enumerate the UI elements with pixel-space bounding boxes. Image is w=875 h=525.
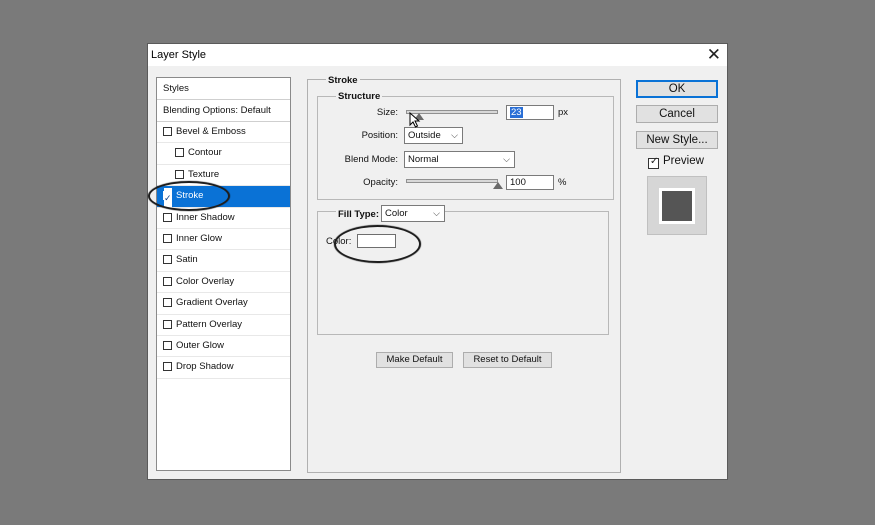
style-preview [647,176,707,235]
position-select[interactable]: Outside ⌵ [404,127,463,144]
style-checkbox[interactable] [163,298,172,308]
blend-mode-value: Normal [408,154,439,165]
style-checkbox[interactable] [175,169,184,179]
dialog-title: Layer Style [151,49,207,61]
reset-to-default-button[interactable]: Reset to Default [463,352,552,368]
style-item-label: Inner Glow [176,232,222,244]
checkmark-icon: ✓ [650,156,659,167]
highlight-ellipse-stroke [148,181,230,211]
stroke-section-title: Stroke [326,75,360,86]
style-item-label: Outer Glow [176,339,225,351]
opacity-input[interactable]: 100 [506,175,554,190]
style-item-label: Contour [188,147,222,159]
opacity-slider-track[interactable] [406,179,498,183]
style-checkbox[interactable] [163,340,172,350]
blend-mode-select[interactable]: Normal ⌵ [404,151,515,168]
fill-type-value: Color [385,208,408,219]
ok-button[interactable]: OK [636,80,718,98]
size-label: Size: [376,107,398,118]
style-item-color-overlay[interactable]: Color Overlay [157,272,290,294]
blending-options-item[interactable]: Blending Options: Default [157,101,290,122]
fill-type-label: Fill Type: [336,209,381,220]
structure-title: Structure [336,91,383,102]
opacity-unit: % [558,177,567,188]
cancel-button[interactable]: Cancel [636,105,718,123]
position-label: Position: [361,130,398,141]
style-item-bevel-emboss[interactable]: Bevel & Emboss [157,122,290,144]
size-input[interactable]: 23 [506,105,554,120]
style-checkbox[interactable] [163,276,172,286]
chevron-down-icon: ⌵ [451,130,458,140]
structure-group: Structure Size: 23 px Position: Outside … [317,91,614,200]
style-item-satin[interactable]: Satin [157,250,290,272]
blend-mode-label: Blend Mode: [344,154,398,165]
style-item-contour[interactable]: Contour [157,143,290,165]
styles-header[interactable]: Styles [157,78,290,100]
style-item-drop-shadow[interactable]: Drop Shadow [157,357,290,379]
title-bar: Layer Style ✕ [148,44,727,66]
preview-checkbox[interactable]: ✓ [648,156,659,169]
style-item-label: Bevel & Emboss [176,126,246,137]
style-item-inner-shadow[interactable]: Inner Shadow [157,208,290,229]
size-unit: px [558,107,569,118]
style-checkbox[interactable] [163,233,172,243]
style-checkbox[interactable] [175,148,184,158]
opacity-slider-thumb[interactable] [493,182,503,189]
style-item-outer-glow[interactable]: Outer Glow [157,336,290,358]
style-checkbox[interactable] [163,319,172,329]
opacity-label: Opacity: [363,177,398,188]
new-style-button[interactable]: New Style... [636,131,718,149]
style-item-label: Drop Shadow [176,361,234,373]
style-item-inner-glow[interactable]: Inner Glow [157,229,290,251]
styles-list-panel: Styles Blending Options: Default Bevel &… [156,77,291,471]
fill-type-select[interactable]: Color ⌵ [381,205,445,222]
position-value: Outside [408,130,441,141]
size-value: 23 [510,107,523,118]
style-checkbox[interactable] [163,255,172,265]
preview-swatch [659,188,695,224]
highlight-ellipse-color [334,225,421,263]
style-checkbox[interactable] [163,362,172,372]
opacity-value: 100 [510,177,526,188]
preview-label: Preview [663,155,704,167]
chevron-down-icon: ⌵ [503,154,510,164]
style-checkbox[interactable] [163,212,172,222]
style-item-label: Pattern Overlay [176,318,242,330]
make-default-button[interactable]: Make Default [376,352,453,368]
layer-style-dialog: Layer Style ✕ Styles Blending Options: D… [147,43,728,480]
mouse-pointer-icon [409,112,421,128]
style-item-label: Gradient Overlay [176,297,248,309]
style-item-label: Color Overlay [176,275,235,287]
close-icon[interactable]: ✕ [707,45,721,65]
style-item-label: Satin [176,254,198,266]
style-item-pattern-overlay[interactable]: Pattern Overlay [157,315,290,336]
stroke-settings-panel: Stroke Structure Size: 23 px Position: O… [307,75,621,473]
chevron-down-icon: ⌵ [433,208,440,218]
style-checkbox[interactable] [163,127,172,136]
style-item-gradient-overlay[interactable]: Gradient Overlay [157,293,290,315]
